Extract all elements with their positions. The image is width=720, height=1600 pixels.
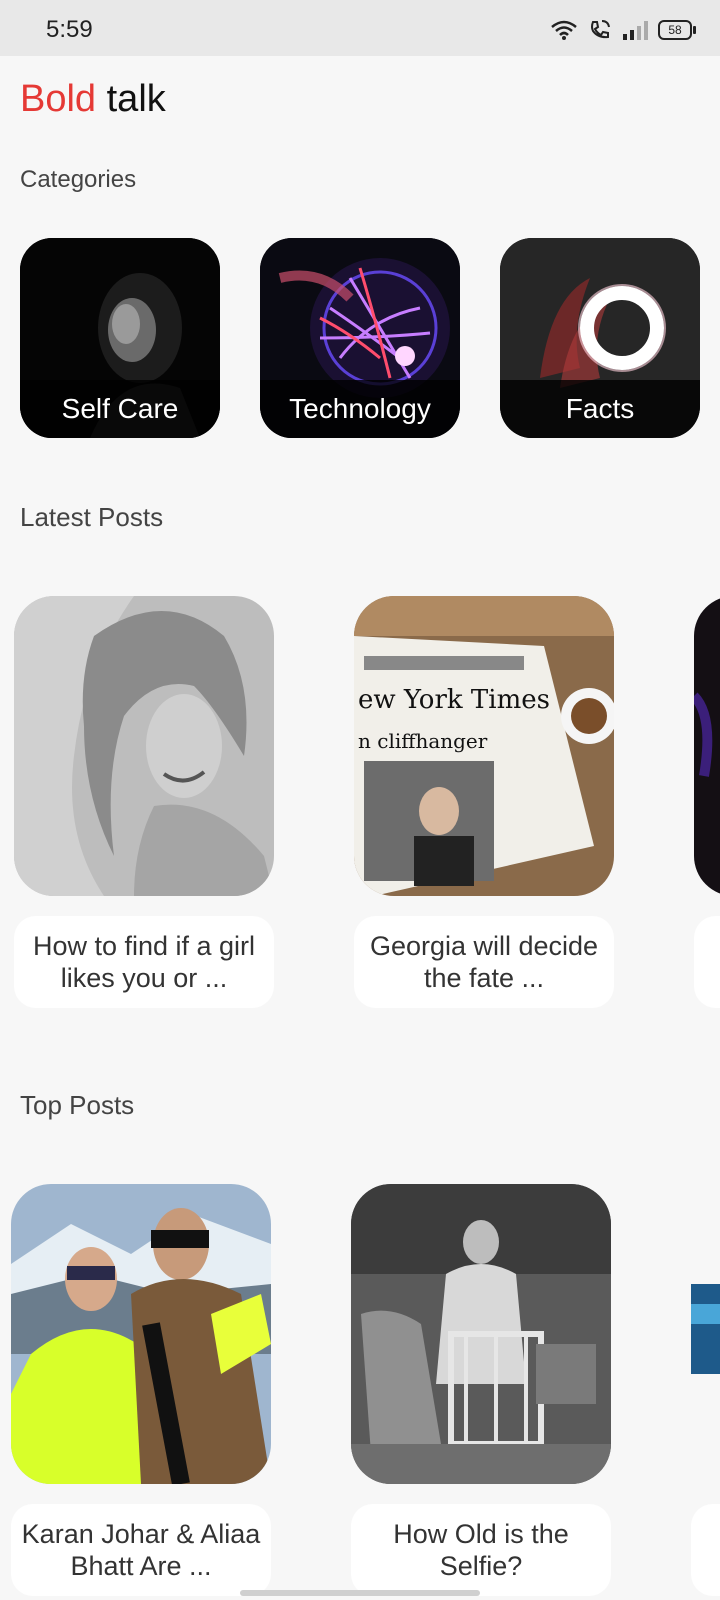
app-title: Bold talk [20,78,166,121]
latest-post-image [14,596,274,896]
latest-post-title: a [694,916,720,1008]
latest-post-card[interactable]: How to find if a girl likes you or ... [14,596,274,1008]
top-posts-row: Karan Johar & Aliaa Bhatt Are ... How Ol… [0,1184,720,1600]
top-post-card[interactable]: How Old is the Selfie? [351,1184,611,1596]
top-post-image [691,1184,720,1484]
top-post-card[interactable]: Karan Johar & Aliaa Bhatt Are ... [11,1184,271,1596]
category-label: Self Care [20,380,220,438]
app-title-rest: talk [106,78,166,120]
top-post-title: Karan Johar & Aliaa Bhatt Are ... [11,1504,271,1596]
top-post-image [11,1184,271,1484]
wifi-call-icon [588,19,612,41]
top-post-image [351,1184,611,1484]
svg-text:n cliffhanger: n cliffhanger [358,729,488,753]
wifi-icon [550,19,578,41]
category-label: Facts [500,380,700,438]
latest-post-image: ew York Times n cliffhanger [354,596,614,896]
top-post-title: How Old is the Selfie? [351,1504,611,1596]
app-title-bold: Bold [20,78,97,120]
latest-posts-heading: Latest Posts [20,502,164,532]
categories-heading: Categories [20,166,137,193]
categories-row: Self Care Technology Facts [20,238,720,438]
home-indicator[interactable] [240,1590,480,1596]
latest-posts-row: How to find if a girl likes you or ... e… [0,596,720,1036]
signal-icon [622,19,648,41]
status-icons: 58 [550,18,696,42]
latest-post-card[interactable]: ew York Times n cliffhanger Georgia will… [354,596,614,1008]
latest-post-card[interactable]: a [694,596,720,1008]
top-posts-heading: Top Posts [20,1090,135,1120]
battery-icon: 58 [658,20,696,40]
top-post-card[interactable]: T [691,1184,720,1596]
status-bar: 5:59 58 [0,0,720,56]
svg-text:ew York Times: ew York Times [358,685,550,715]
top-post-title: T [691,1504,720,1596]
latest-post-image [694,596,720,896]
category-label: Technology [260,380,460,438]
latest-post-title: Georgia will decide the fate ... [354,916,614,1008]
category-technology[interactable]: Technology [260,238,460,438]
status-time: 5:59 [46,16,93,43]
category-self-care[interactable]: Self Care [20,238,220,438]
category-facts[interactable]: Facts [500,238,700,438]
latest-post-title: How to find if a girl likes you or ... [14,916,274,1008]
